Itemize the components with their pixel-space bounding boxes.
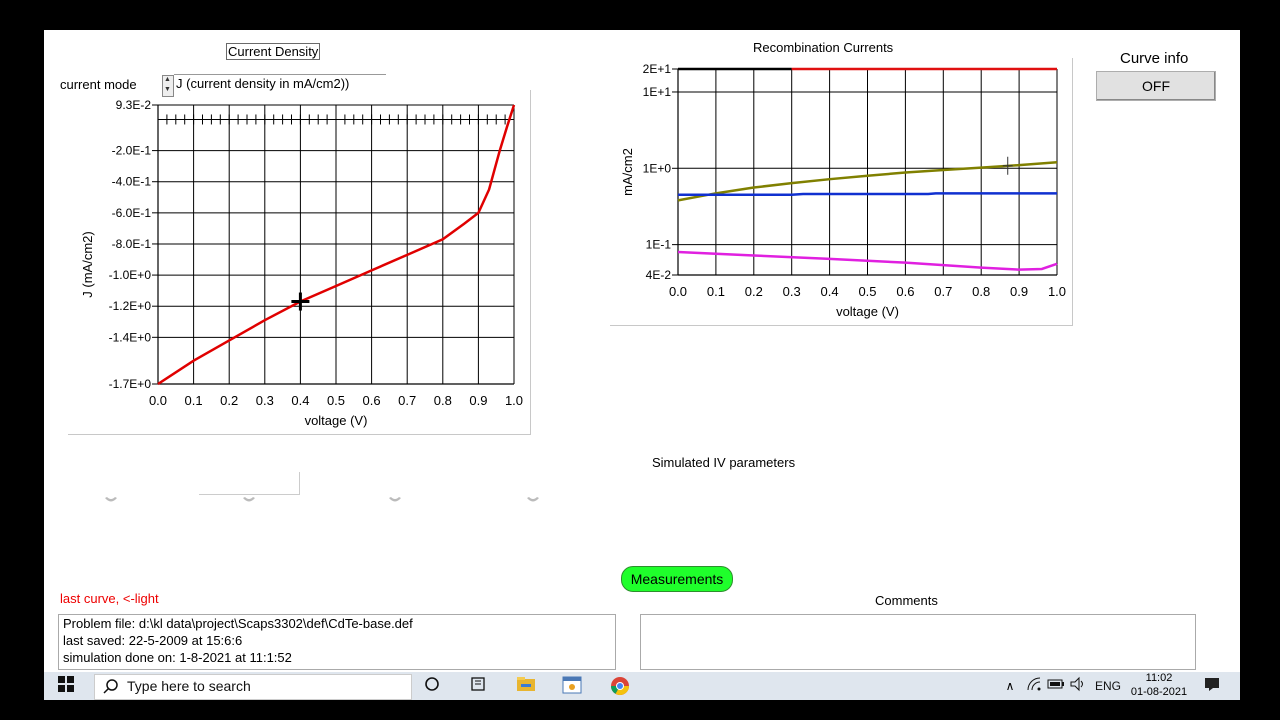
y-tick-label: -1.4E+0 xyxy=(109,330,152,344)
x-tick-label: 0.7 xyxy=(398,393,416,408)
chrome-icon[interactable] xyxy=(610,676,630,696)
y-tick-label: 4E-2 xyxy=(646,268,672,282)
recombination-series xyxy=(678,192,1057,197)
spinner-icon[interactable] xyxy=(388,496,402,504)
clock-date: 01-08-2021 xyxy=(1130,686,1188,698)
taskbar-clock[interactable]: 11:02 01-08-2021 xyxy=(1130,671,1188,699)
x-tick-label: 0.8 xyxy=(434,393,452,408)
x-tick-label: 1.0 xyxy=(1048,284,1066,299)
spinner-icon[interactable] xyxy=(242,496,256,504)
clock-time: 11:02 xyxy=(1145,672,1173,684)
language-indicator[interactable]: ENG xyxy=(1095,679,1121,693)
x-tick-label: 0.2 xyxy=(745,284,763,299)
windows-start-icon[interactable] xyxy=(56,676,76,696)
problem-file-text: Problem file: d:\kl data\project\Scaps33… xyxy=(63,616,413,631)
x-tick-label: 0.9 xyxy=(1010,284,1028,299)
measurements-button[interactable]: Measurements xyxy=(621,566,733,592)
x-tick-label: 0.5 xyxy=(858,284,876,299)
x-tick-label: 0.6 xyxy=(896,284,914,299)
y-tick-label: 1E-1 xyxy=(646,238,672,252)
comments-label: Comments xyxy=(875,593,938,608)
x-tick-label: 0.8 xyxy=(972,284,990,299)
x-tick-label: 0.0 xyxy=(669,284,687,299)
x-tick-label: 0.4 xyxy=(291,393,309,408)
battery-icon[interactable] xyxy=(1046,676,1066,696)
x-tick-label: 0.1 xyxy=(185,393,203,408)
windows-taskbar: Type here to search ∧ ENG 11:02 01-08-20… xyxy=(44,672,1240,700)
x-tick-label: 1.0 xyxy=(505,393,523,408)
curve-info-label: Curve info xyxy=(1120,50,1189,67)
widgets-icon[interactable] xyxy=(468,676,488,696)
search-placeholder: Type here to search xyxy=(127,678,251,694)
x-tick-label: 0.0 xyxy=(149,393,167,408)
last-saved-text: last saved: 22-5-2009 at 15:6:6 xyxy=(63,633,243,648)
y-axis-label: mA/cm2 xyxy=(620,148,635,196)
chevron-up-icon[interactable]: ∧ xyxy=(1000,676,1020,696)
search-icon xyxy=(103,679,118,694)
y-tick-label: 2E+1 xyxy=(643,62,672,76)
taskbar-search-box[interactable]: Type here to search xyxy=(94,674,412,700)
parameter-field[interactable] xyxy=(199,472,300,495)
x-tick-label: 0.7 xyxy=(934,284,952,299)
problem-info-box: Problem file: d:\kl data\project\Scaps33… xyxy=(58,614,616,670)
x-tick-label: 0.6 xyxy=(363,393,381,408)
task-view-icon[interactable] xyxy=(422,676,442,696)
simulation-done-text: simulation done on: 1-8-2021 at 11:1:52 xyxy=(63,650,292,665)
scaps-app-icon[interactable] xyxy=(562,676,582,696)
last-curve-label: last curve, <-light xyxy=(60,591,159,606)
volume-icon[interactable] xyxy=(1068,676,1088,696)
spinner-icon[interactable] xyxy=(526,496,540,504)
y-tick-label: 1E+1 xyxy=(643,85,672,99)
x-tick-label: 0.5 xyxy=(327,393,345,408)
x-tick-label: 0.3 xyxy=(783,284,801,299)
x-axis-label: voltage (V) xyxy=(305,413,368,428)
recombination-chart[interactable]: 0.0 0.1 0.2 0.3 0.4 0.5 0.6 0.7 0.8 0.9 1.0 2E+1 1E+… xyxy=(44,30,1084,330)
simulated-iv-label: Simulated IV parameters xyxy=(652,455,796,470)
x-tick-label: 0.4 xyxy=(821,284,839,299)
y-tick-label: -1.7E+0 xyxy=(109,377,152,391)
curve-info-button[interactable]: OFF xyxy=(1096,71,1216,101)
comments-textarea[interactable] xyxy=(640,614,1196,670)
x-axis-label: voltage (V) xyxy=(836,304,899,319)
spinner-icon[interactable] xyxy=(104,496,118,504)
scaps-iv-panel: Current Density current mode J (current … xyxy=(44,30,1240,698)
x-tick-label: 0.3 xyxy=(256,393,274,408)
file-explorer-icon[interactable] xyxy=(516,676,536,696)
network-icon[interactable] xyxy=(1024,676,1044,696)
y-tick-label: 1E+0 xyxy=(643,161,672,175)
x-tick-label: 0.2 xyxy=(220,393,238,408)
notification-icon[interactable] xyxy=(1202,676,1222,696)
x-tick-label: 0.9 xyxy=(469,393,487,408)
x-tick-label: 0.1 xyxy=(707,284,725,299)
